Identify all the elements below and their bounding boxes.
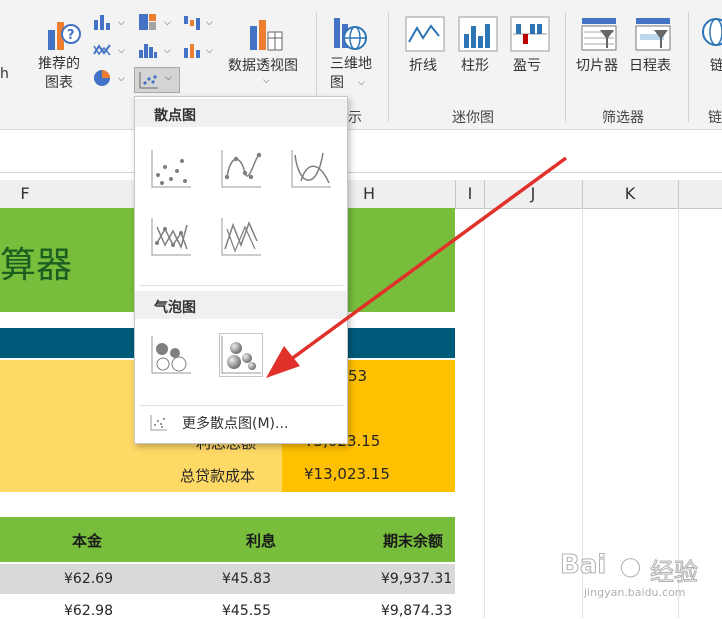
watermark-url: jingyan.baidu.com bbox=[584, 586, 686, 599]
paw-icon: ● bbox=[620, 552, 642, 581]
annotation-arrow bbox=[266, 156, 568, 378]
watermark-brand-suffix: 经验 bbox=[650, 558, 699, 587]
watermark: Bai ● 经验 jingyan.baidu.com bbox=[559, 550, 722, 618]
watermark-brand: Bai bbox=[559, 550, 607, 581]
